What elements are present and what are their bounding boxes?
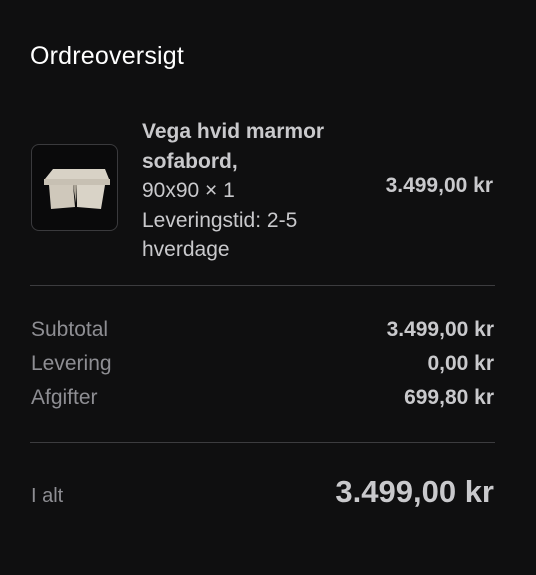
shipping-label: Levering: [31, 352, 112, 375]
product-details: Vega hvid marmor sofabord, 90x90 × 1 Lev…: [142, 117, 357, 265]
subtotal-label: Subtotal: [31, 318, 109, 341]
total-label: I alt: [31, 485, 64, 507]
subtotal-value: 3.499,00 kr: [386, 318, 494, 341]
product-variant-quantity: 90x90 × 1: [142, 179, 235, 202]
taxes-row: Afgifter 699,80 kr: [31, 386, 494, 410]
order-summary-title: Ordreoversigt: [30, 42, 185, 70]
shipping-value: 0,00 kr: [427, 352, 494, 375]
marble-table-icon: [43, 168, 110, 209]
product-thumbnail: [31, 144, 118, 231]
total-row: I alt 3.499,00 kr: [31, 474, 494, 510]
subtotal-row: Subtotal 3.499,00 kr: [31, 318, 494, 342]
product-name-line2: sofabord,: [142, 149, 238, 173]
taxes-value: 699,80 kr: [404, 386, 494, 409]
delivery-time-line1: Leveringstid: 2-5: [142, 208, 298, 232]
shipping-row: Levering 0,00 kr: [31, 352, 494, 376]
product-price: 3.499,00 kr: [385, 174, 493, 197]
total-value: 3.499,00 kr: [335, 474, 494, 509]
divider-bottom: [30, 442, 495, 443]
product-name-line1: Vega hvid marmor: [142, 120, 325, 143]
taxes-label: Afgifter: [31, 386, 98, 409]
delivery-time-line2: hverdage: [142, 238, 230, 261]
order-summary-panel: Ordreoversigt Vega hvid marmor sofabord,…: [0, 0, 536, 575]
divider-top: [30, 285, 495, 286]
